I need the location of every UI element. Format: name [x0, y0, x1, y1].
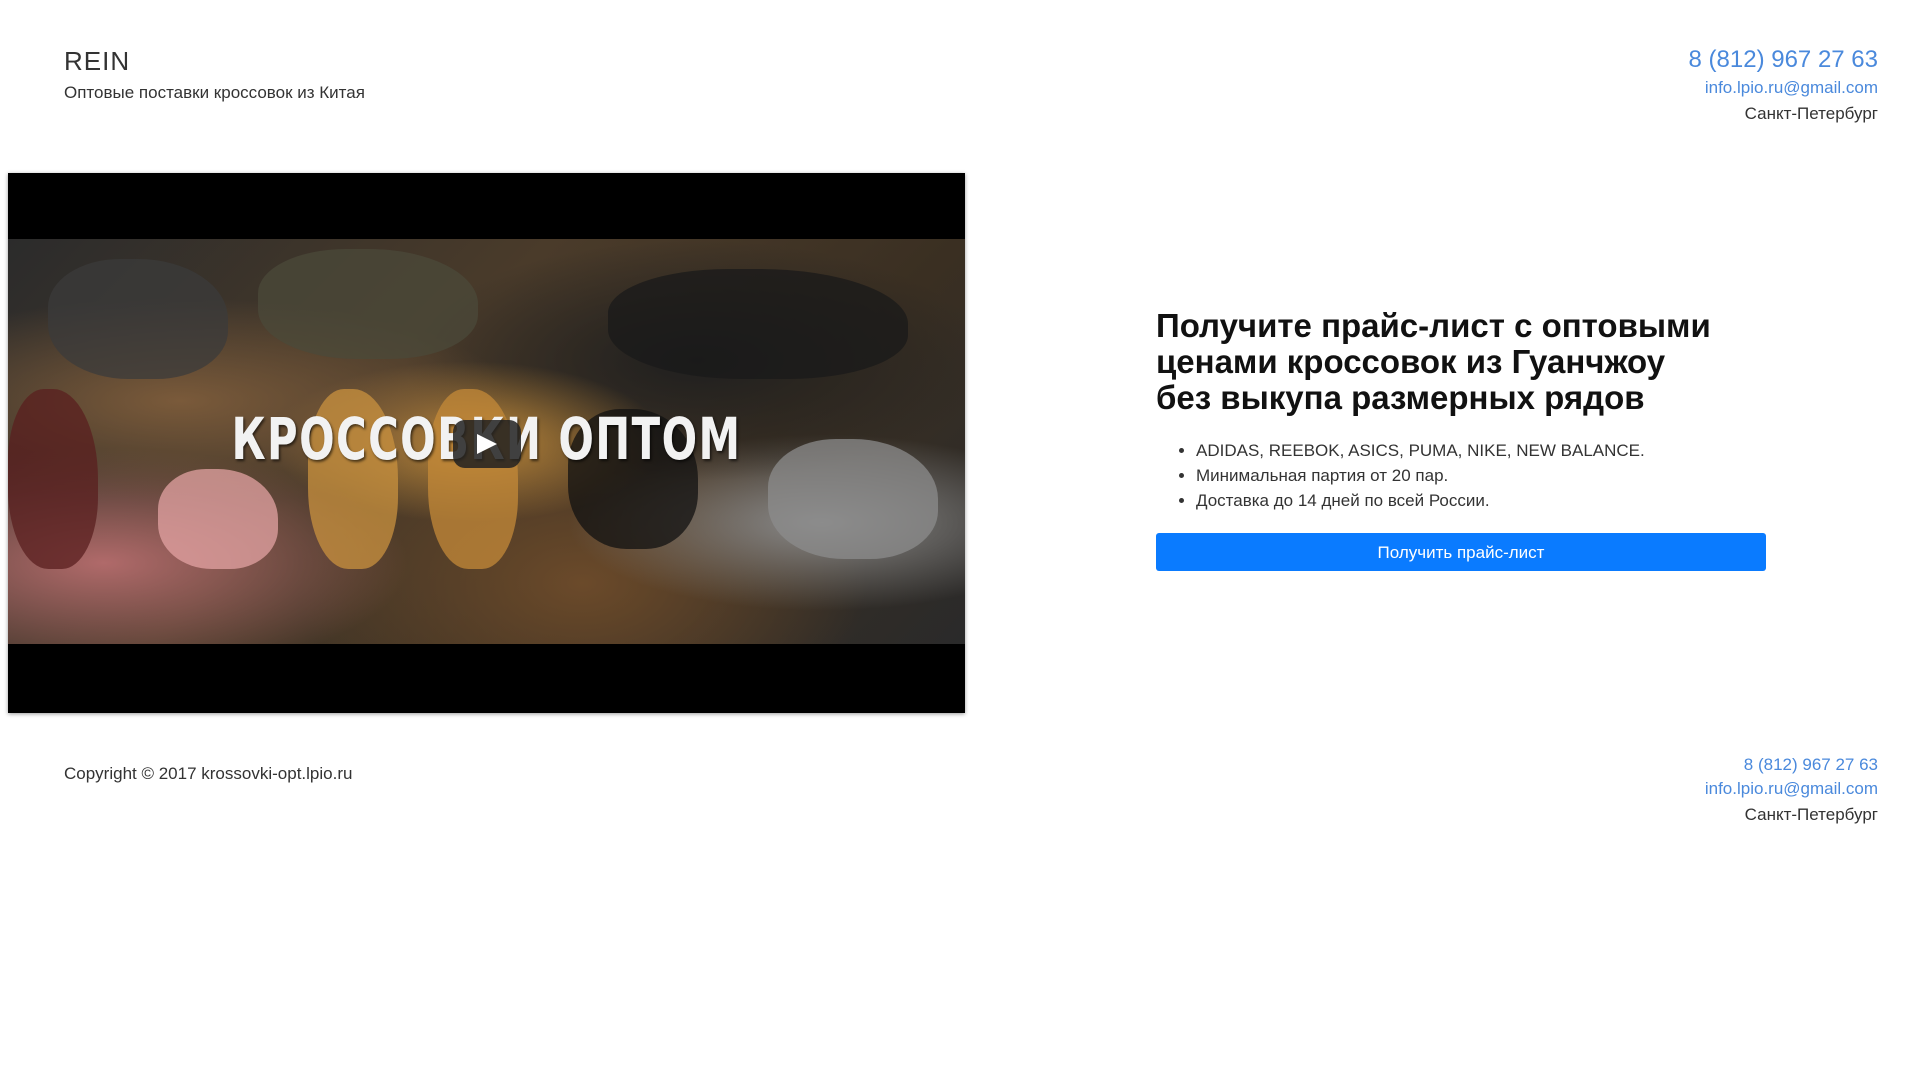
- play-button[interactable]: [453, 420, 521, 468]
- offer-heading-line: без выкупа размерных рядов: [1156, 379, 1645, 416]
- header-email-link[interactable]: info.lpio.ru@gmail.com: [1689, 78, 1878, 98]
- brand-name: REIN: [64, 46, 131, 76]
- offer-bullet-delivery: Доставка до 14 дней по всей России.: [1196, 488, 1776, 513]
- get-price-list-button[interactable]: Получить прайс-лист: [1156, 533, 1766, 571]
- footer-contacts: 8 (812) 967 27 63 info.lpio.ru@gmail.com…: [1705, 755, 1878, 825]
- footer-copyright: Copyright © 2017 krossovki-opt.lpio.ru: [64, 764, 353, 783]
- offer-bullets: ADIDAS, REEBOK, ASICS, PUMA, NIKE, NEW B…: [1156, 438, 1776, 513]
- header-city: Санкт-Петербург: [1744, 104, 1878, 123]
- video-player[interactable]: КРОССОВКИ ОПТОМ: [8, 173, 965, 713]
- footer-city: Санкт-Петербург: [1744, 805, 1878, 824]
- offer-section: Получите прайс-лист с оптовыми ценами кр…: [1156, 308, 1776, 571]
- header-phone-link[interactable]: 8 (812) 967 27 63: [1689, 46, 1878, 74]
- landing-page: REIN Оптовые поставки кроссовок из Китая…: [0, 0, 1920, 1080]
- brand-block: REIN Оптовые поставки кроссовок из Китая: [64, 46, 365, 103]
- offer-bullet-min-order: Минимальная партия от 20 пар.: [1196, 463, 1776, 488]
- offer-heading: Получите прайс-лист с оптовыми ценами кр…: [1156, 308, 1776, 416]
- offer-heading-line: ценами кроссовок из Гуанчжоу: [1156, 343, 1666, 380]
- footer-phone-link[interactable]: 8 (812) 967 27 63: [1705, 755, 1878, 775]
- offer-heading-line: Получите прайс-лист с оптовыми: [1156, 307, 1711, 344]
- offer-bullet-brands: ADIDAS, REEBOK, ASICS, PUMA, NIKE, NEW B…: [1196, 438, 1776, 463]
- brand-tagline: Оптовые поставки кроссовок из Китая: [64, 83, 365, 102]
- footer-email-link[interactable]: info.lpio.ru@gmail.com: [1705, 779, 1878, 799]
- header-contacts: 8 (812) 967 27 63 info.lpio.ru@gmail.com…: [1689, 46, 1878, 124]
- play-icon: [477, 434, 497, 454]
